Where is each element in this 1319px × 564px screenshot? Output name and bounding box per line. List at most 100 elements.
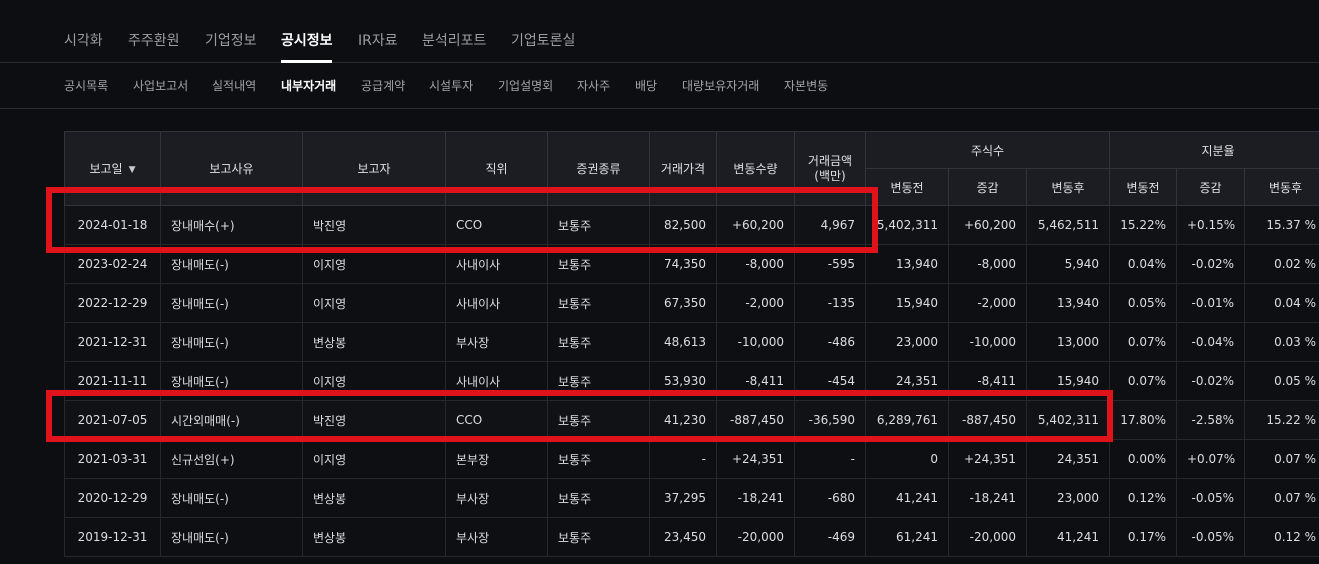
cell-stake-after: 0.04 % [1244, 283, 1319, 323]
sub-tab-supply-contract[interactable]: 공급계약 [361, 77, 405, 95]
cell-shares-delta: -2,000 [948, 283, 1027, 323]
header-unit: (백만) [814, 168, 846, 183]
main-tab-ir[interactable]: IR자료 [358, 31, 398, 51]
cell-shares-after: 41,241 [1026, 517, 1110, 557]
cell-position: 부사장 [445, 517, 548, 557]
sub-tab-business-report[interactable]: 사업보고서 [133, 77, 188, 95]
cell-reporter: 박진영 [302, 400, 446, 440]
column-header-stake-after: 변동후 [1244, 168, 1319, 206]
sub-tab-major-holder-trading[interactable]: 대량보유자거래 [682, 77, 759, 95]
column-header-report-date[interactable]: 보고일 ▼ [64, 131, 161, 206]
cell-shares-delta: +24,351 [948, 439, 1027, 479]
cell-stake-after: 0.07 % [1244, 439, 1319, 479]
cell-reporter: 이지영 [302, 361, 446, 401]
main-tab-disclosure[interactable]: 공시정보 [281, 31, 333, 51]
sub-tab-treasury-stock[interactable]: 자사주 [577, 77, 610, 95]
sub-tab-dividend[interactable]: 배당 [635, 77, 657, 95]
table-row[interactable]: 2023-02-24 장내매도(-) 이지영 사내이사 보통주 74,350 -8,000-… [64, 244, 1319, 284]
cell-stake-after: 0.03 % [1244, 322, 1319, 362]
cell-trade-price: - [649, 439, 717, 479]
cell-trade-price: 67,350 [649, 283, 717, 323]
column-group-shares: 주식수 [865, 131, 1110, 169]
sub-tab-insider-trading[interactable]: 내부자거래 [281, 77, 336, 95]
cell-shares-after: 5,940 [1026, 244, 1110, 284]
cell-stake-before: 0.07% [1109, 361, 1177, 401]
insider-trading-table-container: 보고일 ▼ 보고사유 보고자 직위 증권종류 거래가격 변동수량 거래금액 (백만)… [64, 131, 1319, 564]
cell-shares-before: 13,940 [865, 244, 949, 284]
cell-reporter: 이지영 [302, 439, 446, 479]
cell-stake-delta: -2.58% [1176, 400, 1245, 440]
cell-security-type: 보통주 [547, 283, 650, 323]
cell-shares-before: 5,402,311 [865, 205, 949, 245]
cell-shares-after: 13,000 [1026, 322, 1110, 362]
cell-position: 부사장 [445, 478, 548, 518]
cell-reason: 신규선임(+) [160, 439, 303, 479]
cell-position: 본부장 [445, 439, 548, 479]
sub-tab-earnings[interactable]: 실적내역 [212, 77, 256, 95]
cell-change-qty: -887,450 [716, 400, 795, 440]
main-tab-shareholder-return[interactable]: 주주환원 [128, 31, 180, 51]
cell-trade-price: 37,295 [649, 478, 717, 518]
cell-stake-before: 15.22% [1109, 205, 1177, 245]
table-row[interactable]: 2021-03-31 신규선임(+) 이지영 본부장 보통주 - +24,351-0 +24,… [64, 439, 1319, 479]
cell-shares-before: 41,241 [865, 478, 949, 518]
table-body: 2024-01-18 장내매수(+) 박진영 CCO 보통주 82,500 +60,200 4… [64, 205, 1319, 557]
header-label: 거래금액 [807, 153, 853, 168]
main-tab-company-info[interactable]: 기업정보 [205, 31, 257, 51]
table-row[interactable]: 2024-01-18 장내매수(+) 박진영 CCO 보통주 82,500 +60,200 4… [64, 205, 1319, 245]
cell-shares-delta: -8,411 [948, 361, 1027, 401]
table-row[interactable]: 2019-12-31 장내매도(-) 변상봉 부사장 보통주 23,450 -20,000-… [64, 517, 1319, 557]
sub-tab-facility-investment[interactable]: 시설투자 [429, 77, 473, 95]
column-header-stake-delta: 증감 [1176, 168, 1245, 206]
table-row[interactable]: 2021-07-05 시간외매매(-) 박진영 CCO 보통주 41,230 -887,45… [64, 400, 1319, 440]
cell-shares-before: 6,289,761 [865, 400, 949, 440]
cell-shares-before: 24,351 [865, 361, 949, 401]
cell-trade-amount: -469 [794, 517, 866, 557]
cell-shares-delta: -887,450 [948, 400, 1027, 440]
sub-tab-disclosure-list[interactable]: 공시목록 [64, 77, 108, 95]
column-header-reporter: 보고자 [302, 131, 446, 206]
cell-report-date: 2024-01-18 [64, 205, 161, 245]
cell-stake-before: 0.12% [1109, 478, 1177, 518]
cell-reason: 장내매도(-) [160, 322, 303, 362]
cell-stake-before: 0.04% [1109, 244, 1177, 284]
sub-tab-capital-change[interactable]: 자본변동 [784, 77, 828, 95]
cell-reason: 장내매도(-) [160, 283, 303, 323]
table-row[interactable]: 2020-12-29 장내매도(-) 변상봉 부사장 보통주 37,295 -18,241-… [64, 478, 1319, 518]
cell-shares-delta: -10,000 [948, 322, 1027, 362]
chevron-down-icon[interactable]: ▼ [129, 165, 136, 175]
cell-shares-after: 23,000 [1026, 478, 1110, 518]
cell-stake-after: 15.22 % [1244, 400, 1319, 440]
cell-reason: 장내매도(-) [160, 361, 303, 401]
column-header-shares-delta: 증감 [948, 168, 1027, 206]
cell-stake-after: 0.05 % [1244, 361, 1319, 401]
cell-stake-after: 0.02 % [1244, 244, 1319, 284]
cell-report-date: 2021-11-11 [64, 361, 161, 401]
table-row[interactable]: 2022-12-29 장내매도(-) 이지영 사내이사 보통주 67,350 -2,000-… [64, 283, 1319, 323]
table-row[interactable]: 2021-11-11 장내매도(-) 이지영 사내이사 보통주 53,930 -8,411-… [64, 361, 1319, 401]
cell-security-type: 보통주 [547, 205, 650, 245]
column-header-trade-price: 거래가격 [649, 131, 717, 206]
cell-shares-before: 0 [865, 439, 949, 479]
cell-trade-price: 41,230 [649, 400, 717, 440]
cell-position: CCO [445, 205, 548, 245]
cell-shares-delta: -20,000 [948, 517, 1027, 557]
cell-change-qty: -20,000 [716, 517, 795, 557]
table-row[interactable]: 2021-12-31 장내매도(-) 변상봉 부사장 보통주 48,613 -10,000-… [64, 322, 1319, 362]
cell-change-qty: -8,000 [716, 244, 795, 284]
cell-position: CCO [445, 400, 548, 440]
cell-position: 사내이사 [445, 361, 548, 401]
column-header-shares-before: 변동전 [865, 168, 949, 206]
main-tab-analyst-report[interactable]: 분석리포트 [422, 31, 486, 51]
main-tab-forum[interactable]: 기업토론실 [511, 31, 575, 51]
sub-tab-ir-meeting[interactable]: 기업설명회 [498, 77, 553, 95]
column-header-change-qty: 변동수량 [716, 131, 795, 206]
cell-trade-amount: - [794, 439, 866, 479]
cell-stake-delta: +0.07% [1176, 439, 1245, 479]
cell-stake-before: 0.05% [1109, 283, 1177, 323]
cell-reporter: 이지영 [302, 283, 446, 323]
cell-stake-before: 17.80% [1109, 400, 1177, 440]
cell-reporter: 이지영 [302, 244, 446, 284]
main-tab-visualization[interactable]: 시각화 [64, 31, 103, 51]
cell-change-qty: +60,200 [716, 205, 795, 245]
